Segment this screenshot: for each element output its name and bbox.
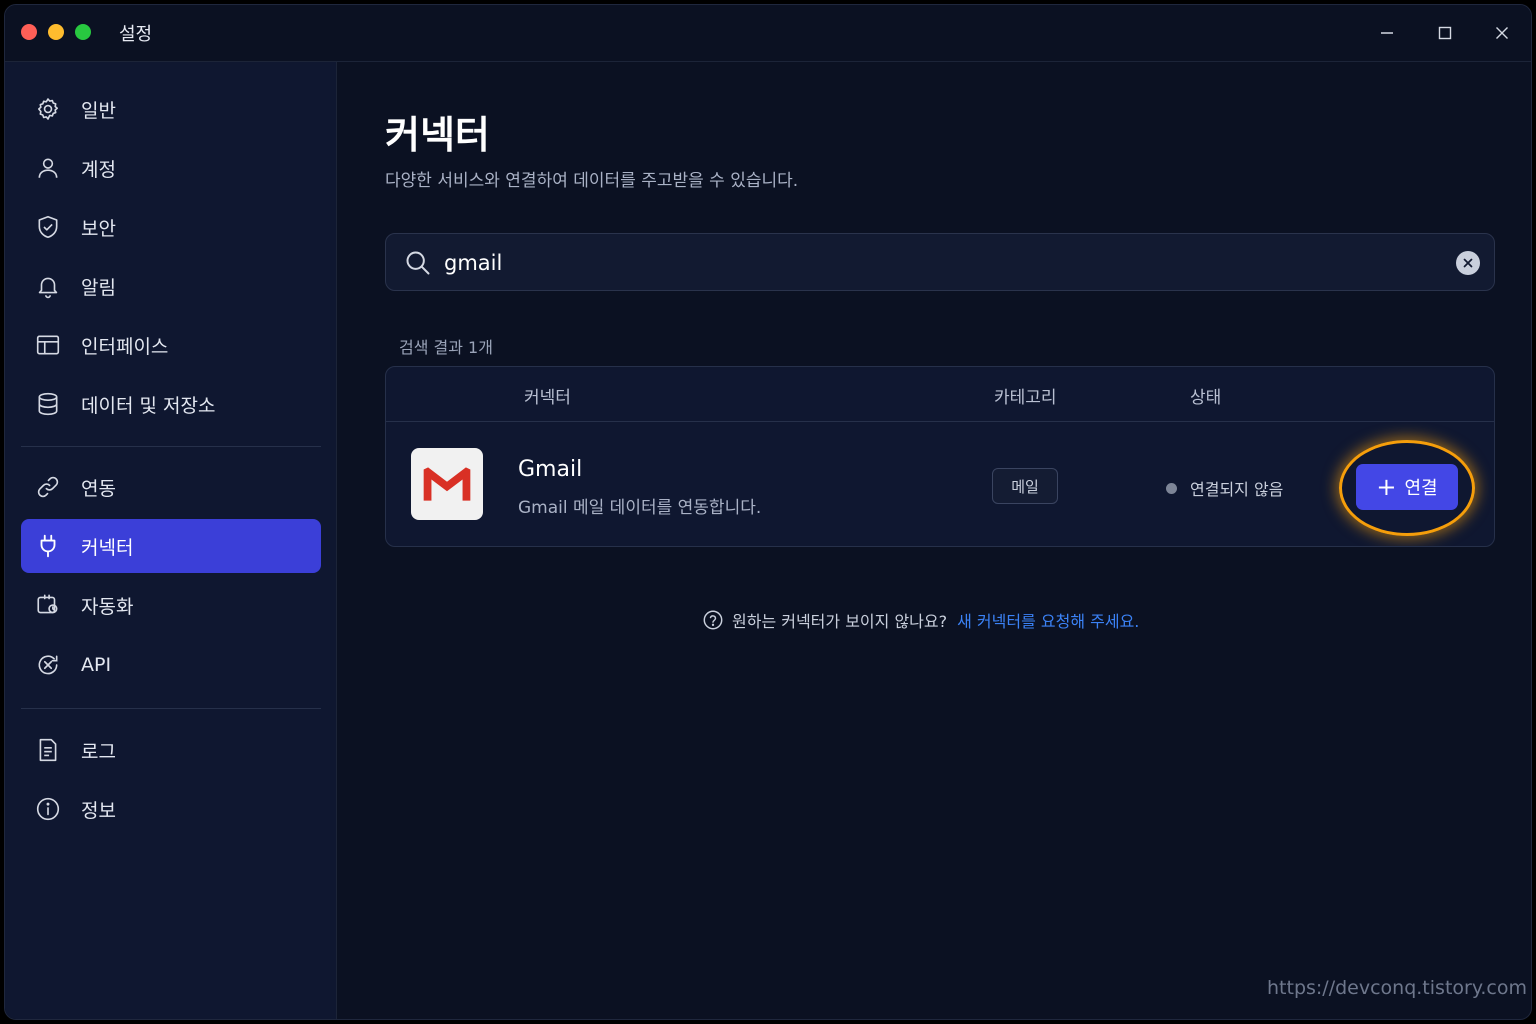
maximize-icon — [1438, 26, 1452, 40]
gmail-logo-icon — [411, 448, 483, 520]
user-icon — [35, 155, 61, 181]
sidebar-item-label: 커넥터 — [81, 536, 134, 559]
search-icon — [404, 249, 432, 277]
status-dot-icon — [1166, 482, 1177, 494]
clear-search-button[interactable] — [1456, 251, 1480, 275]
search-box — [385, 233, 1495, 291]
page-subtitle: 다양한 서비스와 연결하여 데이터를 주고받을 수 있습니다. — [385, 171, 799, 191]
connection-status: 연결되지 않음 — [1166, 476, 1283, 500]
automation-icon — [35, 592, 61, 618]
sidebar-item-notifications[interactable]: 알림 — [21, 259, 321, 313]
document-icon — [35, 737, 61, 763]
sidebar-item-data-storage[interactable]: 데이터 및 저장소 — [21, 377, 321, 431]
shield-check-icon — [35, 214, 61, 240]
question-circle-icon — [702, 609, 724, 631]
help-text: 원하는 커넥터가 보이지 않나요? 새 커넥터를 요청해 주세요. — [702, 608, 1139, 632]
connect-button[interactable]: + 연결 — [1356, 464, 1458, 510]
sidebar-item-security[interactable]: 보안 — [21, 200, 321, 254]
database-icon — [35, 391, 61, 417]
status-text: 연결되지 않음 — [1190, 480, 1284, 499]
search-input[interactable] — [444, 244, 1424, 282]
table-row: Gmail Gmail 메일 데이터를 연동합니다. 메일 연결되지 않음 + … — [386, 423, 1494, 546]
settings-window: 설정 일반 계정 보안 알림 인터페이스 데이터 및 저장소 연동 커넥터 자동… — [4, 4, 1532, 1020]
sidebar-item-label: 정보 — [81, 799, 116, 822]
sidebar-item-label: 로그 — [81, 740, 116, 763]
sidebar-item-logs[interactable]: 로그 — [21, 723, 321, 777]
minimize-icon — [1381, 32, 1393, 34]
close-button[interactable] — [1488, 19, 1516, 47]
connect-button-label: 연결 — [1404, 478, 1438, 499]
sidebar-item-integration[interactable]: 연동 — [21, 460, 321, 514]
main-content: 커넥터 다양한 서비스와 연결하여 데이터를 주고받을 수 있습니다. 검색 결… — [353, 62, 1531, 1019]
sidebar-item-label: 인터페이스 — [81, 335, 169, 358]
connector-name: Gmail — [518, 457, 583, 482]
sidebar-item-api[interactable]: API — [21, 638, 321, 692]
minimize-traffic-light[interactable] — [48, 24, 64, 40]
info-icon — [35, 796, 61, 822]
connector-description: Gmail 메일 데이터를 연동합니다. — [518, 498, 762, 518]
sidebar: 일반 계정 보안 알림 인터페이스 데이터 및 저장소 연동 커넥터 자동화 A… — [5, 62, 337, 1019]
sidebar-item-label: 자동화 — [81, 595, 134, 618]
sidebar-divider — [21, 708, 321, 709]
sidebar-item-label: 알림 — [81, 276, 116, 299]
sidebar-item-label: 연동 — [81, 477, 116, 500]
help-question: 원하는 커넥터가 보이지 않나요? — [732, 612, 948, 631]
watermark: https://devconq.tistory.com — [1267, 977, 1527, 999]
column-header-category: 카테고리 — [994, 388, 1057, 408]
sidebar-item-label: 데이터 및 저장소 — [81, 394, 216, 417]
bell-icon — [35, 273, 61, 299]
column-header-connector: 커넥터 — [524, 388, 571, 408]
sidebar-item-label: 일반 — [81, 99, 116, 122]
connector-table: 커넥터 카테고리 상태 Gmail Gmail 메일 데이터를 연동합니다. 메… — [385, 366, 1495, 547]
sidebar-item-interface[interactable]: 인터페이스 — [21, 318, 321, 372]
zoom-traffic-light[interactable] — [75, 24, 91, 40]
sidebar-item-label: API — [81, 654, 112, 676]
sidebar-item-general[interactable]: 일반 — [21, 82, 321, 136]
title-bar: 설정 — [5, 5, 1531, 62]
close-traffic-light[interactable] — [21, 24, 37, 40]
api-icon — [35, 652, 61, 678]
category-badge: 메일 — [992, 468, 1058, 504]
sidebar-item-connectors[interactable]: 커넥터 — [21, 519, 321, 573]
column-header-status: 상태 — [1190, 388, 1222, 408]
maximize-button[interactable] — [1431, 19, 1459, 47]
close-icon — [1496, 27, 1508, 39]
plug-icon — [35, 533, 61, 559]
minimize-button[interactable] — [1373, 19, 1401, 47]
window-title: 설정 — [119, 24, 153, 45]
table-header: 커넥터 카테고리 상태 — [386, 367, 1494, 422]
link-icon — [35, 474, 61, 500]
sidebar-item-label: 계정 — [81, 158, 116, 181]
page-title: 커넥터 — [385, 113, 490, 157]
gear-icon — [35, 96, 61, 122]
result-count: 검색 결과 1개 — [399, 338, 493, 357]
clear-icon — [1463, 258, 1473, 268]
sidebar-item-label: 보안 — [81, 217, 116, 240]
sidebar-item-info[interactable]: 정보 — [21, 782, 321, 836]
sidebar-item-automation[interactable]: 자동화 — [21, 578, 321, 632]
sidebar-divider — [21, 446, 321, 447]
plus-icon: + — [1376, 473, 1397, 501]
layout-icon — [35, 332, 61, 358]
request-connector-link[interactable]: 새 커넥터를 요청해 주세요. — [957, 608, 1139, 632]
sidebar-item-account[interactable]: 계정 — [21, 141, 321, 195]
